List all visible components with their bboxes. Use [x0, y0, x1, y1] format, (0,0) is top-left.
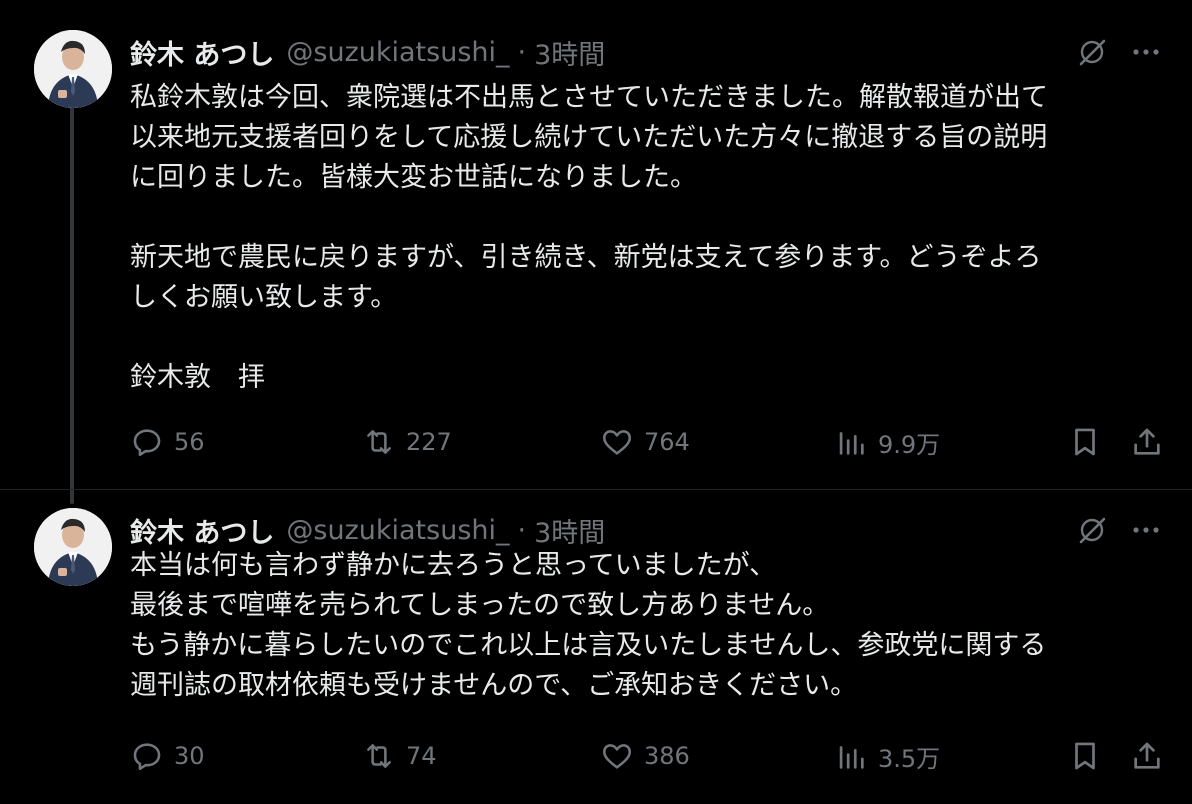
tweet-text-line	[130, 318, 1165, 358]
tweet-header: 鈴木 あつし @suzukiatsushi_ · 3時間	[130, 510, 605, 550]
tweet[interactable]: 鈴木 あつし @suzukiatsushi_ · 3時間 本当は何も言わず静かに…	[0, 490, 1192, 804]
avatar[interactable]	[34, 30, 112, 108]
tweet-text-line: 以来地元支援者回りをして応援し続けていただいた方々に撤退する旨の説明	[130, 122, 1048, 153]
heart-icon	[602, 744, 632, 769]
share-button[interactable]	[1130, 736, 1164, 776]
handle[interactable]: @suzukiatsushi_	[286, 515, 509, 546]
more-icon[interactable]	[1126, 510, 1166, 550]
display-name[interactable]: 鈴木 あつし	[130, 33, 274, 72]
repost-icon	[367, 430, 391, 454]
grok-icon[interactable]	[1072, 510, 1112, 550]
bookmark-icon	[1075, 428, 1095, 456]
timestamp[interactable]: 3時間	[534, 33, 605, 72]
repost-icon	[367, 744, 391, 768]
display-name[interactable]: 鈴木 あつし	[130, 511, 274, 550]
like-count: 764	[644, 428, 690, 456]
bookmark-button[interactable]	[1068, 736, 1102, 776]
share-icon	[1134, 742, 1160, 769]
tweet-text-line: に回りました。皆様大変お世話になりました。	[130, 162, 697, 193]
tweet[interactable]: 鈴木 あつし @suzukiatsushi_ · 3時間 私鈴木敦は今回、衆院選…	[0, 0, 1192, 504]
tweet-text-line	[130, 198, 1165, 238]
share-button[interactable]	[1130, 422, 1164, 462]
views-icon	[839, 432, 864, 455]
reply-icon	[133, 429, 161, 457]
tweet-text-line: もう静かに暮らしたいのでこれ以上は言及いたしませんし、参政党に関する	[130, 630, 1047, 661]
tweet-text-line: 新天地で農民に戻りますが、引き続き、新党は支えて参ります。どうぞよろ	[130, 242, 1042, 273]
reply-count: 56	[174, 428, 205, 456]
timestamp[interactable]: 3時間	[534, 511, 605, 550]
more-icon[interactable]	[1126, 32, 1166, 72]
tweet-text: 本当は何も言わず静かに去ろうと思っていましたが、最後まで喧嘩を売られてしまったの…	[130, 546, 1165, 706]
tweet-text-line: 鈴木敦 拝	[130, 362, 265, 393]
views-icon	[839, 746, 864, 769]
repost-button[interactable]: 227	[362, 422, 452, 462]
tweet-header: 鈴木 あつし @suzukiatsushi_ · 3時間	[130, 32, 605, 72]
handle[interactable]: @suzukiatsushi_	[286, 37, 509, 68]
repost-count: 74	[406, 742, 437, 770]
separator: ·	[517, 514, 527, 546]
avatar[interactable]	[34, 508, 112, 586]
tweet-text: 私鈴木敦は今回、衆院選は不出馬とさせていただきました。解散報道が出て 以来地元支援…	[130, 78, 1165, 398]
views-button[interactable]: 9.9万	[834, 422, 940, 462]
grok-icon[interactable]	[1072, 32, 1112, 72]
tweet-text-line: 週刊誌の取材依頼も受けませんので、ご承知おきください。	[130, 670, 858, 701]
bookmark-button[interactable]	[1068, 422, 1102, 462]
tweet-text-line: 私鈴木敦は今回、衆院選は不出馬とさせていただきました。解散報道が出て	[130, 82, 1048, 113]
like-button[interactable]: 386	[600, 736, 690, 776]
separator: ·	[517, 36, 527, 68]
reply-button[interactable]: 56	[130, 422, 205, 462]
views-count: 9.9万	[878, 430, 941, 459]
repost-count: 227	[406, 428, 452, 456]
tweet-text-line: 本当は何も言わず静かに去ろうと思っていましたが、	[130, 550, 777, 581]
action-bar: 30 74 386 3.5万	[130, 736, 1170, 776]
tweet-text-line: 最後まで喧嘩を売られてしまったので致し方ありません。	[130, 590, 830, 621]
views-button[interactable]: 3.5万	[834, 736, 940, 776]
heart-icon	[602, 430, 632, 455]
action-bar: 56 227 764 9.9万	[130, 422, 1170, 462]
tweet-text-line: しくお願い致します。	[130, 282, 398, 313]
like-count: 386	[644, 742, 690, 770]
reply-button[interactable]: 30	[130, 736, 205, 776]
repost-button[interactable]: 74	[362, 736, 437, 776]
reply-count: 30	[174, 742, 205, 770]
like-button[interactable]: 764	[600, 422, 690, 462]
share-icon	[1134, 428, 1160, 455]
views-count: 3.5万	[878, 744, 941, 773]
thread-connector-line	[70, 104, 74, 504]
reply-icon	[133, 743, 161, 771]
bookmark-icon	[1075, 742, 1095, 770]
